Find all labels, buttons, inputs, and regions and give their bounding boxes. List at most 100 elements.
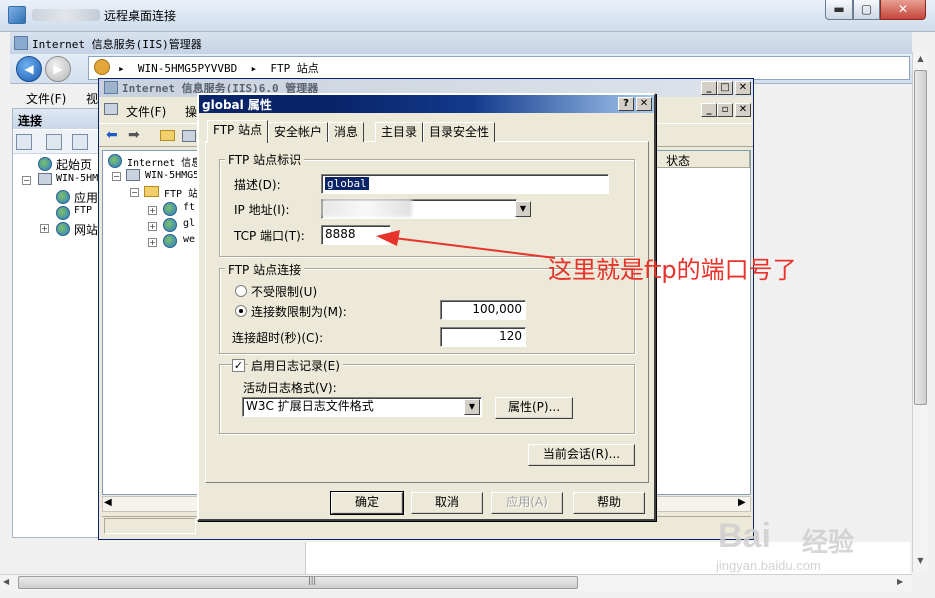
enable-logging-label[interactable]: 启用日志记录(E): [248, 357, 343, 374]
tree-item-app-pools[interactable]: 应用: [74, 189, 98, 206]
rdp-window-title: 远程桌面连接: [104, 9, 177, 23]
tree-expand-icon[interactable]: +: [40, 224, 49, 233]
description-input[interactable]: global: [321, 174, 609, 194]
ip-address-label: IP 地址(I):: [234, 203, 290, 217]
tab-directory-security[interactable]: 目录安全性: [423, 122, 496, 142]
iis6-tree-site[interactable]: we: [183, 234, 195, 245]
toolbar-up-folder-icon[interactable]: [160, 130, 175, 141]
save-icon[interactable]: [46, 134, 62, 150]
redacted-host-name: [32, 9, 100, 21]
watermark-url: jingyan.baidu.com: [716, 558, 821, 573]
child-close-button[interactable]: ✕: [735, 103, 751, 117]
description-value: global: [325, 177, 369, 190]
scroll-down-arrow-icon[interactable]: ▼: [914, 556, 927, 569]
scroll-up-arrow-icon[interactable]: ▲: [914, 54, 927, 67]
tree-expand-icon[interactable]: +: [148, 206, 157, 215]
toolbar-back-icon[interactable]: ⬅: [106, 127, 118, 143]
mmc-icon: [104, 103, 118, 115]
remote-desktop-icon: [8, 6, 26, 24]
app-pool-icon: [56, 190, 70, 204]
apply-button[interactable]: 应用(A): [491, 492, 563, 514]
menu-view[interactable]: 视: [86, 90, 98, 107]
maximize-button[interactable]: ▢: [853, 0, 880, 20]
iis6-tree-site[interactable]: gl: [183, 218, 195, 229]
iis6-list-pane: [655, 150, 751, 495]
tree-collapse-icon[interactable]: −: [112, 172, 121, 181]
child-restore-button[interactable]: ▫: [717, 103, 733, 117]
vertical-scroll-thumb[interactable]: [914, 70, 927, 405]
log-format-label: 活动日志格式(V):: [243, 381, 337, 395]
tree-item-ftp[interactable]: FTP: [74, 205, 92, 216]
log-format-select[interactable]: W3C 扩展日志文件格式: [242, 397, 482, 417]
breadcrumb[interactable]: ▸ WIN-5HMG5PYVVBD ▸ FTP 站点: [118, 60, 319, 76]
tab-security-accounts[interactable]: 安全帐户: [268, 122, 329, 142]
help-icon[interactable]: ?: [618, 97, 634, 111]
connections-title: 连接: [18, 114, 43, 128]
tree-item-websites[interactable]: 网站: [74, 221, 98, 238]
current-sessions-button[interactable]: 当前会话(R)...: [528, 444, 635, 466]
tree-collapse-icon[interactable]: −: [22, 176, 31, 185]
iis6-menu-file[interactable]: 文件(F): [126, 103, 166, 120]
redacted-ip-value: [322, 199, 412, 217]
scroll-left-arrow-icon[interactable]: ◀: [3, 577, 9, 586]
radio-limited-label[interactable]: 连接数限制为(M):: [251, 303, 347, 320]
chevron-down-icon[interactable]: ▼: [515, 201, 531, 217]
scroll-left-arrow-icon[interactable]: ◀: [104, 497, 112, 508]
annotation-text: 这里就是ftp的端口号了: [548, 256, 797, 284]
tab-home-directory[interactable]: 主目录: [375, 122, 424, 142]
scroll-right-arrow-icon[interactable]: ▶: [897, 577, 903, 586]
status-cell: [104, 518, 196, 534]
iis7-window-title: Internet 信息服务(IIS)管理器: [32, 38, 202, 51]
start-page-icon: [38, 157, 52, 171]
timeout-input[interactable]: 120: [440, 327, 526, 347]
group-site-identity-label: FTP 站点标识: [225, 151, 305, 168]
log-properties-button[interactable]: 属性(P)...: [495, 397, 573, 419]
server-icon: [126, 169, 140, 181]
minimize-button[interactable]: ▬: [825, 0, 853, 20]
iis6-tree-server[interactable]: WIN-5HMG5: [145, 170, 199, 181]
radio-unlimited-label[interactable]: 不受限制(U): [251, 283, 317, 300]
iis6-menu-action[interactable]: 操: [185, 103, 197, 120]
enable-logging-checkbox[interactable]: ✓: [232, 359, 245, 372]
tab-ftp-site[interactable]: FTP 站点: [207, 120, 269, 143]
column-header-status-label: 状态: [666, 154, 691, 168]
toolbar-show-tree-icon[interactable]: [182, 130, 196, 142]
horizontal-scroll-thumb[interactable]: [18, 576, 578, 589]
back-arrow-icon[interactable]: ◀: [16, 56, 42, 82]
chevron-down-icon[interactable]: ▼: [464, 399, 480, 415]
watermark-brand: Bai: [718, 517, 771, 555]
tree-collapse-icon[interactable]: −: [130, 188, 139, 197]
dialog-close-button[interactable]: ✕: [636, 97, 652, 111]
radio-unlimited[interactable]: [235, 285, 247, 297]
ftp-site-icon: [163, 202, 177, 216]
tree-expand-icon[interactable]: +: [148, 222, 157, 231]
connect-globe-icon[interactable]: [16, 134, 32, 150]
cancel-button[interactable]: 取消: [411, 492, 483, 514]
iis6-tree-site[interactable]: ft: [183, 202, 195, 213]
scroll-right-arrow-icon[interactable]: ▶: [738, 497, 746, 508]
tab-messages[interactable]: 消息: [328, 122, 365, 142]
dialog-title: global 属性: [202, 98, 272, 112]
radio-limited[interactable]: [235, 305, 247, 317]
iis-manager-icon: [14, 36, 28, 50]
connection-limit-input[interactable]: 100,000: [440, 300, 526, 320]
tree-expand-icon[interactable]: +: [148, 238, 157, 247]
menu-file[interactable]: 文件(F): [26, 90, 66, 107]
toolbar-forward-icon[interactable]: ➡: [128, 127, 140, 143]
forward-arrow-icon[interactable]: ▶: [45, 56, 71, 82]
iis-root-icon: [108, 154, 122, 168]
tree-item-server[interactable]: WIN-5HM: [56, 173, 98, 184]
ftp-icon: [56, 206, 70, 220]
iis6-tree-root[interactable]: Internet 信息: [127, 154, 201, 169]
iis6-minimize-button[interactable]: _: [701, 81, 717, 95]
timeout-label: 连接超时(秒)(C):: [232, 331, 324, 345]
new-connection-icon[interactable]: [72, 134, 88, 150]
iis6-close-button[interactable]: ✕: [735, 81, 751, 95]
ok-button[interactable]: 确定: [330, 491, 404, 515]
help-button[interactable]: 帮助: [573, 492, 645, 514]
tree-item-start-page[interactable]: 起始页: [56, 156, 92, 173]
close-button[interactable]: ✕: [880, 0, 926, 20]
iis6-maximize-button[interactable]: □: [717, 81, 733, 95]
child-minimize-button[interactable]: _: [701, 103, 717, 117]
server-globe-icon: [94, 59, 110, 75]
